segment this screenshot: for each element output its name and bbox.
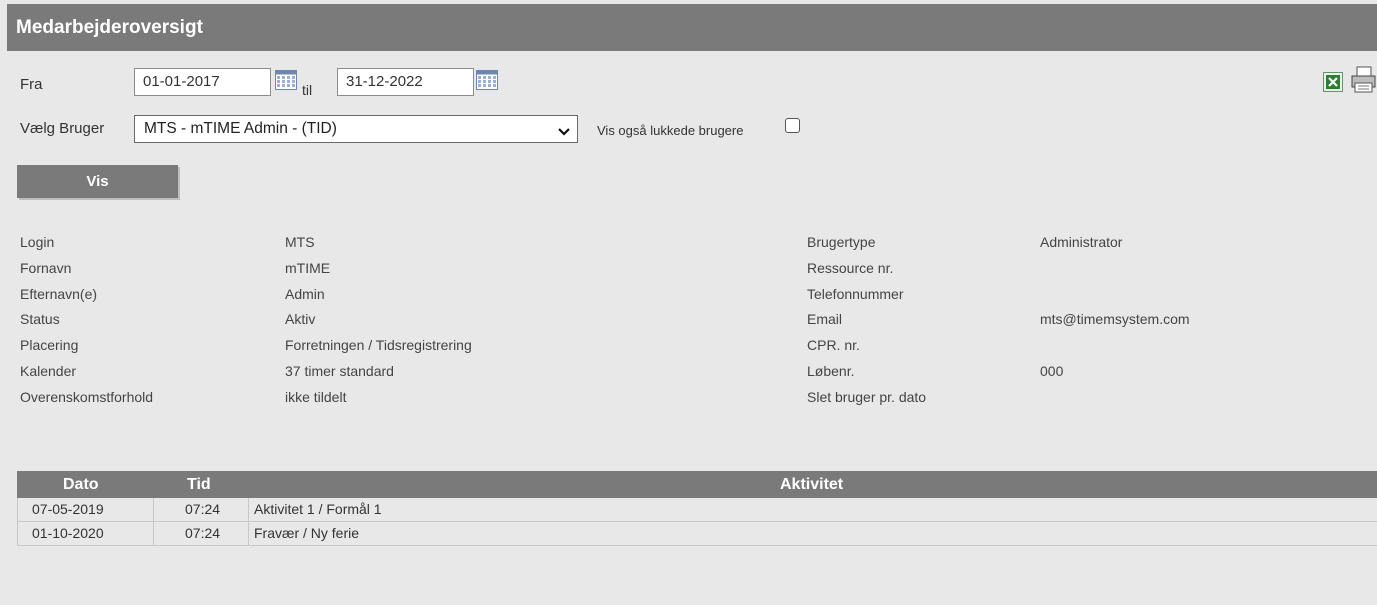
page-title-bar: Medarbejderoversigt [7,4,1377,51]
col-date-header[interactable]: Dato [63,471,99,498]
info-value: Aktiv [285,311,316,328]
table-row[interactable]: 07-05-2019 07:24 Aktivitet 1 / Formål 1 [17,498,1377,522]
info-label: Login [20,234,55,250]
cell-date: 07-05-2019 [32,501,104,517]
info-label: Telefonnummer [807,285,904,302]
info-label: CPR. nr. [807,337,860,354]
info-value: 37 timer standard [285,363,394,379]
info-value: Admin [285,285,325,302]
table-header: Dato Tid Aktivitet [17,471,1377,498]
cell-activity: Aktivitet 1 / Formål 1 [254,501,382,517]
table-row[interactable]: 01-10-2020 07:24 Fravær / Ny ferie [17,522,1377,546]
info-label: Ressource nr. [807,259,894,276]
info-value: mTIME [285,259,331,276]
info-value: 000 [1040,363,1064,379]
calendar-icon[interactable] [476,70,498,90]
from-label: Fra [20,76,43,93]
cell-time: 07:24 [185,525,221,541]
calendar-icon[interactable] [275,70,297,90]
info-label: Slet bruger pr. dato [807,388,927,405]
col-activity-header[interactable]: Aktivitet [780,471,843,498]
info-label: Løbenr. [807,363,855,379]
info-value: Forretningen / Tidsregistrering [285,337,472,354]
user-select[interactable]: MTS - mTIME Admin - (TID) [134,115,578,143]
info-label: Kalender [20,363,77,379]
info-label: Fornavn [20,259,72,276]
info-value: ikke tildelt [285,388,347,405]
info-label: Email [807,311,843,328]
user-select-label: Vælg Bruger [20,120,105,137]
to-date-input[interactable]: 31-12-2022 [337,68,474,96]
print-icon[interactable] [1350,66,1377,94]
activity-table: Dato Tid Aktivitet 07-05-2019 07:24 Aktivi… [17,471,1377,546]
to-label: til [302,82,313,98]
chevron-down-icon [557,122,571,136]
closed-users-label: Vis også lukkede brugere [597,123,744,138]
user-select-value: MTS - mTIME Admin - (TID) [144,120,337,137]
show-button[interactable]: Vis [17,165,178,198]
info-label: Overenskomstforhold [20,388,154,405]
from-date-input[interactable]: 01-01-2017 [134,68,271,96]
info-label: Placering [20,337,79,354]
info-value: MTS [285,234,315,250]
cell-activity: Fravær / Ny ferie [254,525,360,541]
closed-users-checkbox[interactable] [785,118,800,133]
info-label: Brugertype [807,234,876,250]
cell-time: 07:24 [185,501,221,517]
info-value: Administrator [1040,234,1123,250]
info-label: Efternavn(e) [20,285,98,302]
excel-export-icon[interactable] [1323,72,1343,92]
cell-date: 01-10-2020 [32,525,104,541]
col-time-header[interactable]: Tid [187,471,211,498]
info-value: mts@timemsystem.com [1040,311,1190,328]
page-title: Medarbejderoversigt [16,17,203,38]
info-label: Status [20,311,60,328]
